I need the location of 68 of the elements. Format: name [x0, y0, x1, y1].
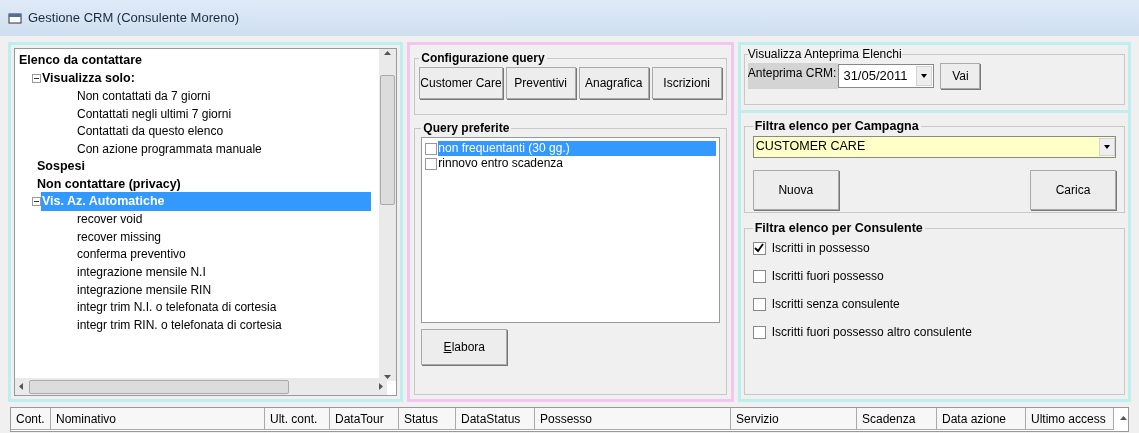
tree-item[interactable]: recover missing: [76, 227, 163, 246]
column-header[interactable]: DataTour: [330, 408, 399, 430]
tree-item[interactable]: Contattati da questo elenco: [76, 122, 225, 141]
checkbox[interactable]: [752, 325, 766, 339]
column-header[interactable]: Servizio: [731, 408, 857, 430]
tree-item[interactable]: recover void: [76, 210, 144, 229]
query-button[interactable]: Preventivi: [505, 67, 576, 99]
tree-item[interactable]: integrazione mensile N.I: [76, 262, 207, 281]
query-button[interactable]: Iscrizioni: [651, 67, 722, 99]
group-title: Configurazione query: [420, 50, 546, 67]
checkbox-label: Iscritti fuori possesso: [771, 268, 884, 286]
window-icon: [8, 12, 22, 24]
date-picker[interactable]: 31/05/2011: [838, 64, 935, 88]
tree-item[interactable]: Sospesi: [36, 157, 86, 176]
collapse-icon[interactable]: [32, 197, 41, 207]
query-button[interactable]: Anagrafica: [578, 67, 649, 99]
column-header[interactable]: DataStatus: [456, 408, 535, 430]
checkbox[interactable]: [752, 297, 766, 311]
tree-item[interactable]: Non contattare (privacy): [36, 174, 182, 194]
scroll-up-icon[interactable]: [384, 51, 392, 55]
column-header[interactable]: Cont.: [11, 408, 51, 430]
checkbox[interactable]: [752, 269, 766, 283]
tree-item[interactable]: Non contattati da 7 giorni: [76, 87, 212, 105]
checkbox-label: Iscritti in possesso: [771, 240, 870, 258]
checkbox[interactable]: [752, 241, 766, 255]
checkbox[interactable]: [425, 142, 438, 155]
dropdown-arrow-icon[interactable]: [916, 66, 933, 86]
group-title: Visualizza Anteprima Elenchi: [747, 46, 902, 63]
field-label: Anteprima CRM:: [747, 63, 839, 89]
scroll-up-icon[interactable]: [1120, 416, 1127, 420]
query-button[interactable]: Customer Care: [419, 67, 503, 99]
column-header[interactable]: Ult. cont.: [265, 408, 330, 430]
tree-item[interactable]: Visualizza solo:: [41, 69, 136, 88]
group-title: Query preferite: [422, 120, 511, 137]
scroll-left-icon[interactable]: [19, 383, 23, 390]
tree-item[interactable]: integr trim RIN. o telefonata di cortesia: [76, 315, 283, 334]
window-title: Gestione CRM (Consulente Moreno): [28, 9, 239, 28]
column-header[interactable]: Possesso: [535, 408, 731, 430]
checkbox[interactable]: [425, 157, 438, 170]
column-header[interactable]: Status: [399, 408, 456, 430]
horizontal-scrollbar[interactable]: [15, 378, 387, 395]
group-title: Filtra elenco per Consulente: [753, 220, 924, 237]
dropdown-arrow-icon[interactable]: [1099, 137, 1115, 156]
query-item[interactable]: rinnovo entro scadenza: [438, 156, 716, 171]
campaign-button[interactable]: Carica: [1030, 169, 1116, 210]
process-button[interactable]: Elabora: [421, 329, 508, 365]
go-button[interactable]: Vai: [940, 63, 981, 89]
column-header[interactable]: Data azione: [937, 408, 1026, 430]
tree-item[interactable]: conferma preventivo: [76, 245, 187, 264]
campaign-button[interactable]: Nuova: [752, 169, 839, 210]
campaign-dropdown[interactable]: CUSTOMER CARE: [752, 135, 1116, 158]
group-title: Filtra elenco per Campagna: [753, 118, 920, 135]
tree-item[interactable]: Con azione programmata manuale: [76, 139, 263, 158]
column-header[interactable]: Nominativo: [51, 408, 265, 430]
checkbox-label: Iscritti fuori possesso altro consulente: [771, 324, 972, 342]
scroll-down-icon[interactable]: [384, 375, 392, 379]
column-header[interactable]: Ultimo access: [1026, 408, 1114, 430]
scrollbar-thumb[interactable]: [380, 75, 396, 205]
column-header[interactable]: Scadenza: [857, 408, 937, 430]
checkbox-label: Iscritti senza consulente: [771, 296, 900, 314]
tree-item[interactable]: Elenco da contattare: [18, 51, 143, 71]
vertical-scrollbar[interactable]: [379, 49, 397, 381]
tree-item[interactable]: Contattati negli ultimi 7 giorni: [76, 104, 233, 123]
collapse-icon[interactable]: [32, 73, 41, 83]
tree-item[interactable]: integrazione mensile RIN: [76, 280, 213, 299]
scrollbar-thumb[interactable]: [29, 379, 289, 394]
scroll-right-icon[interactable]: [379, 383, 383, 390]
tree-item[interactable]: integr trim N.I. o telefonata di cortesia: [76, 298, 278, 317]
